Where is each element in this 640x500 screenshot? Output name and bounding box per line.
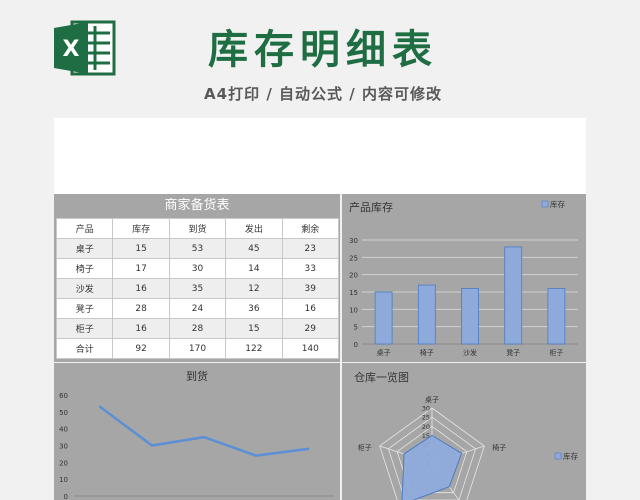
y-tick-label: 10 bbox=[59, 476, 68, 484]
line-chart-panel[interactable]: 到货 0 10 20 30 40 50 60 bbox=[54, 363, 340, 500]
table-cell[interactable]: 170 bbox=[168, 338, 227, 359]
table-cell[interactable]: 12 bbox=[225, 278, 283, 299]
excel-logo-icon: X bbox=[54, 20, 116, 76]
bar bbox=[417, 284, 436, 345]
y-tick-label: 40 bbox=[59, 426, 68, 434]
y-tick-label: 60 bbox=[59, 392, 68, 400]
table-cell[interactable]: 39 bbox=[281, 278, 340, 299]
page-title: 库存明细表 bbox=[208, 27, 438, 73]
table-cell[interactable]: 23 bbox=[281, 238, 340, 259]
bar bbox=[374, 291, 393, 345]
y-tick-label: 30 bbox=[59, 443, 68, 451]
table-cell[interactable]: 53 bbox=[168, 238, 227, 259]
table-cell[interactable]: 椅子 bbox=[55, 258, 114, 279]
x-tick-label: 桌子 bbox=[377, 348, 391, 357]
data-point bbox=[306, 447, 310, 451]
table-cell[interactable]: 24 bbox=[168, 298, 227, 319]
table-header-row: 产品 库存 到货 发出 剩余 bbox=[55, 218, 340, 239]
legend-label: 库存 bbox=[550, 199, 565, 209]
bar bbox=[547, 288, 566, 345]
y-tick-label: 25 bbox=[349, 254, 358, 262]
stock-table: 产品 库存 到货 发出 剩余 桌子 15 53 45 23 椅子 17 30 1… bbox=[55, 218, 340, 359]
table-cell[interactable]: 140 bbox=[281, 338, 340, 359]
table-cell[interactable]: 17 bbox=[112, 258, 170, 279]
table-cell[interactable]: 凳子 bbox=[55, 298, 114, 319]
table-cell[interactable]: 45 bbox=[225, 238, 283, 259]
table-cell[interactable]: 桌子 bbox=[55, 238, 114, 259]
table-cell[interactable]: 柜子 bbox=[55, 318, 114, 339]
x-tick-label: 沙发 bbox=[463, 348, 477, 357]
table-cell[interactable]: 122 bbox=[225, 338, 283, 359]
table-cell[interactable]: 35 bbox=[168, 278, 227, 299]
page-subtitle: A4打印 / 自动公式 / 内容可修改 bbox=[204, 85, 442, 103]
table-title: 商家备货表 bbox=[164, 198, 230, 213]
data-point bbox=[150, 444, 154, 447]
table-cell[interactable]: 28 bbox=[168, 318, 227, 339]
table-cell[interactable]: 16 bbox=[112, 278, 170, 299]
excel-logo-letter: X bbox=[63, 37, 80, 62]
table-row: 椅子 17 30 14 33 bbox=[55, 258, 340, 279]
y-tick-label: 15 bbox=[349, 289, 358, 297]
table-cell[interactable]: 14 bbox=[225, 258, 283, 279]
data-point bbox=[202, 435, 206, 439]
y-tick-label: 0 bbox=[64, 493, 68, 500]
column-header[interactable]: 库存 bbox=[112, 218, 170, 239]
bar-chart: 0 5 10 15 20 25 30 桌子 椅子 沙发 凳子 柜子 库存 bbox=[349, 199, 578, 357]
category-label: 柜子 bbox=[358, 443, 372, 452]
data-point bbox=[98, 405, 102, 408]
y-tick-label: 20 bbox=[349, 272, 358, 280]
table-cell[interactable]: 15 bbox=[225, 318, 283, 339]
table-total-row: 合计 92 170 122 140 bbox=[55, 338, 340, 359]
table-cell[interactable]: 30 bbox=[168, 258, 227, 279]
column-header[interactable]: 产品 bbox=[55, 218, 114, 239]
table-cell[interactable]: 29 bbox=[281, 318, 340, 339]
table-cell[interactable]: 36 bbox=[225, 298, 283, 319]
radar-chart: 051015202530桌子椅子沙发凳子柜子库存 bbox=[358, 395, 578, 500]
category-label: 桌子 bbox=[425, 395, 439, 404]
table-cell[interactable]: 16 bbox=[281, 298, 340, 319]
category-label: 椅子 bbox=[492, 443, 506, 452]
x-tick-label: 柜子 bbox=[549, 348, 563, 357]
table-row: 柜子 16 28 15 29 bbox=[55, 318, 340, 339]
line-chart: 0 10 20 30 40 50 60 bbox=[59, 392, 334, 500]
x-tick-label: 椅子 bbox=[420, 348, 434, 357]
stock-table-panel: 商家备货表 产品 库存 到货 发出 剩余 桌子 15 53 45 23 椅子 1… bbox=[54, 194, 340, 362]
y-tick-label: 20 bbox=[59, 459, 68, 467]
radar-chart-panel[interactable]: 仓库一览图 051015202530桌子椅子沙发凳子柜子库存 bbox=[342, 363, 586, 500]
table-cell[interactable]: 92 bbox=[112, 338, 170, 359]
table-cell[interactable]: 15 bbox=[112, 238, 170, 259]
r-tick-label: 25 bbox=[422, 414, 430, 422]
y-tick-label: 5 bbox=[354, 324, 358, 332]
r-tick-label: 20 bbox=[422, 423, 430, 431]
table-row: 桌子 15 53 45 23 bbox=[55, 238, 340, 259]
series-line bbox=[99, 405, 309, 457]
r-tick-label: 30 bbox=[422, 405, 430, 413]
page-header: X 库存明细表 A4打印 / 自动公式 / 内容可修改 bbox=[0, 0, 640, 118]
table-cell[interactable]: 16 bbox=[112, 318, 170, 339]
table-row: 凳子 28 24 36 16 bbox=[55, 298, 340, 319]
y-tick-label: 10 bbox=[349, 306, 358, 314]
column-header[interactable]: 剩余 bbox=[281, 218, 340, 239]
y-tick-label: 0 bbox=[354, 341, 358, 349]
table-cell[interactable]: 合计 bbox=[55, 338, 114, 359]
column-header[interactable]: 到货 bbox=[168, 218, 227, 239]
y-tick-label: 50 bbox=[59, 409, 68, 417]
legend-label: 库存 bbox=[563, 451, 578, 461]
legend-swatch bbox=[554, 452, 562, 460]
legend-swatch bbox=[541, 200, 549, 208]
table-cell[interactable]: 沙发 bbox=[55, 278, 114, 299]
bar bbox=[504, 246, 523, 345]
sheet-blank-area bbox=[54, 118, 586, 194]
table-row: 沙发 16 35 12 39 bbox=[55, 278, 340, 299]
radar-series-area bbox=[401, 434, 463, 500]
bar-chart-panel[interactable]: 产品库存 0 5 10 15 20 25 30 桌子 椅子 沙发 凳子 柜子 库存 bbox=[342, 194, 586, 362]
table-cell[interactable]: 33 bbox=[281, 258, 340, 279]
bar bbox=[461, 288, 479, 345]
x-tick-label: 凳子 bbox=[506, 348, 520, 357]
column-header[interactable]: 发出 bbox=[225, 218, 283, 239]
table-cell[interactable]: 28 bbox=[112, 298, 170, 319]
y-tick-label: 30 bbox=[349, 237, 358, 245]
data-point bbox=[254, 454, 258, 457]
